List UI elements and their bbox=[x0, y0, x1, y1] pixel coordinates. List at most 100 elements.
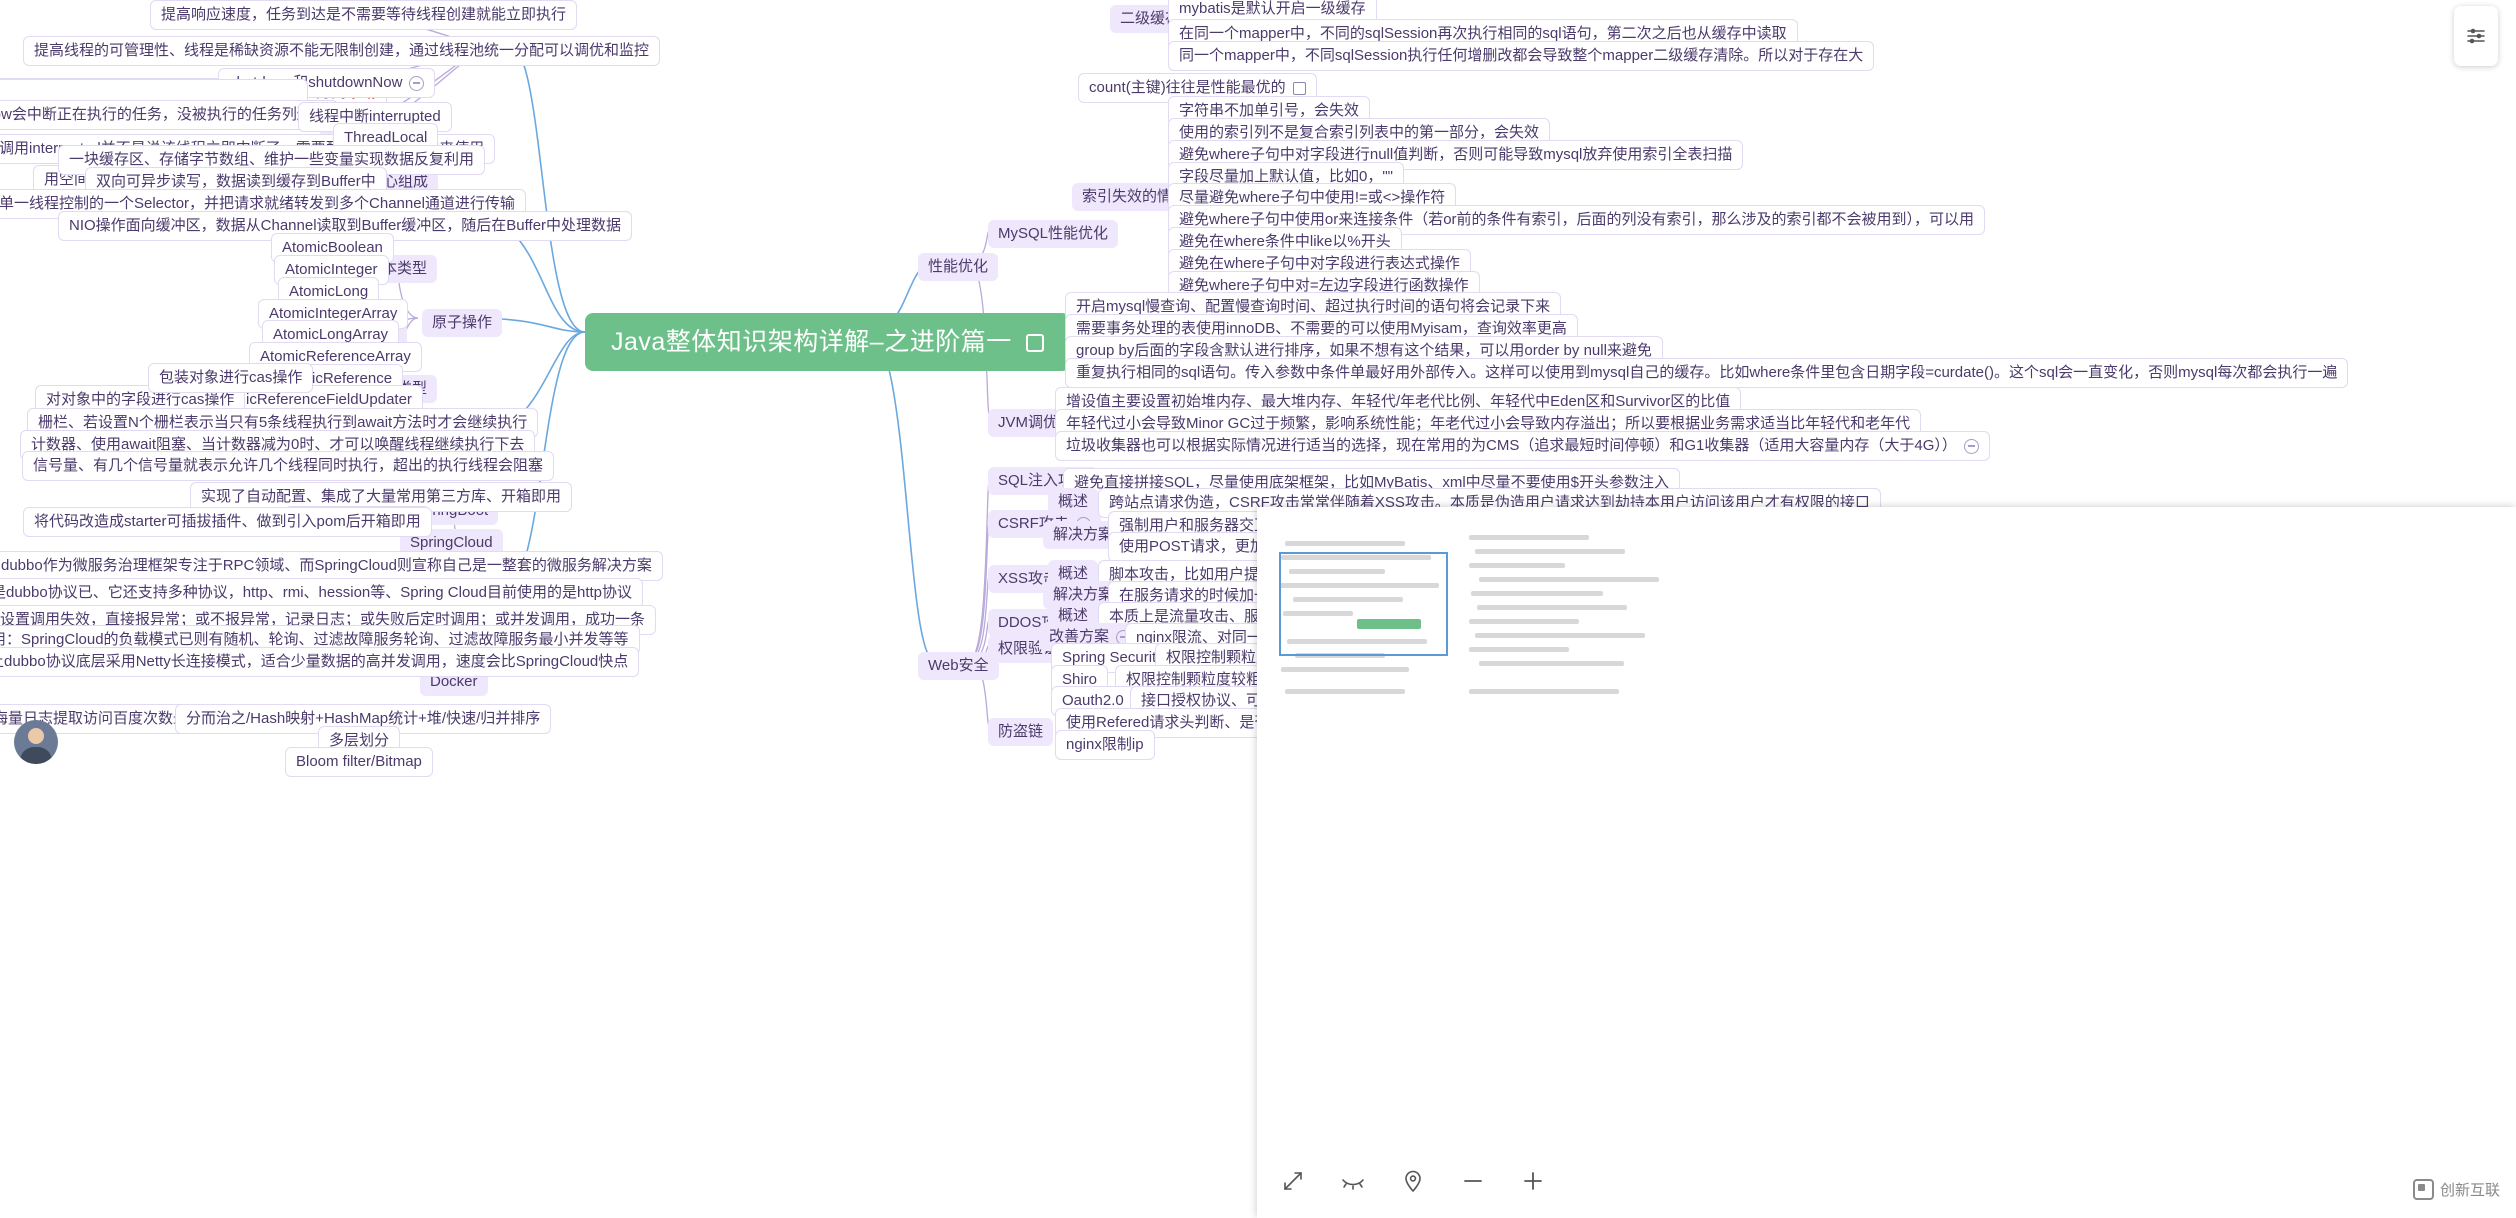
node-text: 字符串不加单引号，会失效 bbox=[1179, 102, 1360, 119]
node-text: 重复执行相同的sql语句。传入参数中条件单最好用外部传入。这样可以使用到mysq… bbox=[1076, 364, 2338, 381]
locate-icon[interactable] bbox=[1397, 1165, 1429, 1197]
node-label: 解决方案 bbox=[1053, 586, 1114, 603]
avatar[interactable] bbox=[14, 720, 58, 764]
node-text: mybatis是默认开启一级缓存 bbox=[1179, 0, 1366, 17]
node-text: Spring Security bbox=[1062, 649, 1164, 666]
hide-icon[interactable] bbox=[1337, 1165, 1369, 1197]
settings-panel-button[interactable] bbox=[2454, 6, 2498, 66]
node-text: group by后面的字段含默认进行排序，如果不想有这个结果，可以用order … bbox=[1076, 342, 1652, 359]
root-node[interactable]: Java整体知识架构详解–之进阶篇一 bbox=[585, 313, 1070, 371]
branch-websec[interactable]: Web安全 bbox=[918, 652, 999, 680]
node-text: AtomicBoolean bbox=[282, 239, 383, 256]
node-text: 避免where子句中对字段进行null值判断，否则可能导致mysql放弃使用索引… bbox=[1179, 146, 1733, 163]
node-text: 使用的索引列不是复合索引列表中的第一部分，会失效 bbox=[1179, 124, 1540, 141]
node-text: Oauth2.0 bbox=[1062, 692, 1124, 709]
node-label: 概述 bbox=[1058, 607, 1089, 624]
node-text: AtomicLongArray bbox=[273, 326, 389, 343]
node-text: 提高线程的可管理性、线程是稀缺资源不能无限制创建，通过线程池统一分配可以调优和监… bbox=[34, 42, 650, 59]
list-item[interactable]: 垃圾收集器也可以根据实际情况进行适当的选择，现在常用的为CMS（追求最短时间停顿… bbox=[1055, 431, 1990, 461]
branch-label: Web安全 bbox=[928, 657, 989, 674]
link-icon[interactable] bbox=[409, 75, 425, 91]
node-text: 一块缓存区、存储字节数组、维护一些变量实现数据反复利用 bbox=[69, 151, 475, 168]
node-text: AtomicLong bbox=[289, 283, 369, 300]
node-text: 双向可异步读写，数据读到缓存到Buffer中 bbox=[96, 173, 376, 190]
node-text: 避免where子句中使用or来连接条件（若or前的条件有索引，后面的列没有索引，… bbox=[1179, 211, 1975, 228]
node-text: 需要事务处理的表使用innoDB、不需要的可以使用Myisam，查询效率更高 bbox=[1076, 320, 1567, 337]
node-label: 解决方案 bbox=[1053, 526, 1114, 543]
node-text: 上dubbo协议底层采用Netty长连接模式，适合少量数据的高并发调用，速度会比… bbox=[0, 653, 629, 670]
list-item[interactable]: 重复执行相同的sql语句。传入参数中条件单最好用外部传入。这样可以使用到mysq… bbox=[1065, 358, 2349, 388]
node-text: count(主键)往往是性能最优的 bbox=[1089, 79, 1286, 96]
link-icon[interactable] bbox=[1963, 438, 1979, 454]
list-item[interactable]: 上dubbo协议底层采用Netty长连接模式，适合少量数据的高并发调用，速度会比… bbox=[0, 647, 640, 677]
branch-label: 性能优化 bbox=[928, 258, 989, 275]
list-item[interactable]: 包装对象进行cas操作 bbox=[148, 363, 314, 393]
node-label: 概述 bbox=[1058, 565, 1089, 582]
node-text: 增设值主要设置初始堆内存、最大堆内存、年轻代/年老代比例、年轻代中Eden区和S… bbox=[1066, 393, 1731, 410]
brand-label: 创新互联 bbox=[2439, 1182, 2500, 1199]
node-mysql-perf[interactable]: MySQL性能优化 bbox=[988, 220, 1119, 248]
node-text: wNow会中断正在执行的任务，没被执行的任务列 bbox=[0, 106, 297, 123]
list-item[interactable]: dubbo作为微服务治理框架专注于RPC领域、而SpringCloud则宣称自己… bbox=[0, 551, 663, 581]
settings-sliders-icon bbox=[2467, 28, 2485, 44]
expand-icon[interactable] bbox=[1277, 1165, 1309, 1197]
avatar-body bbox=[20, 747, 52, 764]
minimap-thumbnail bbox=[1279, 529, 2494, 1144]
minimap-toolbar[interactable] bbox=[1257, 1144, 2516, 1218]
list-item[interactable]: 将代码改造成starter可插拔插件、做到引入pom后开箱即用 bbox=[23, 507, 432, 537]
minimap-viewport[interactable] bbox=[1279, 552, 1448, 656]
node-text: 用：SpringCloud的负载模式已则有随机、轮询、过滤故障服务轮询、过滤故障… bbox=[0, 631, 629, 648]
minus-icon[interactable] bbox=[1457, 1165, 1489, 1197]
node-text: Bloom filter/Bitmap bbox=[296, 753, 422, 770]
node-label: JVM调优 bbox=[998, 414, 1059, 431]
mindmap-canvas[interactable]: Java整体知识架构详解–之进阶篇一 并发编程 优点 注意点 线程知识点 提高响… bbox=[0, 0, 2516, 1218]
node-text: 尽量避免where子句中使用!=或<>操作符 bbox=[1179, 189, 1446, 206]
node-text: 栅栏、若设置N个栅栏表示当只有5条线程执行到await方法时才会继续执行 bbox=[38, 414, 528, 431]
node-text: 实现了自动配置、集成了大量常用第三方库、开箱即用 bbox=[201, 488, 562, 505]
node-text: 分而治之/Hash映射+HashMap统计+堆/快速/归并排序 bbox=[186, 710, 541, 727]
list-item[interactable]: 信号量、有几个信号量就表示允许几个线程同时执行，超出的执行线程会阻塞 bbox=[22, 451, 555, 481]
list-item[interactable]: 提高响应速度，任务到达是不需要等待线程创建就能立即执行 bbox=[150, 0, 578, 30]
node-text: dubbo作为微服务治理框架专注于RPC领域、而SpringCloud则宣称自己… bbox=[1, 557, 652, 574]
list-item[interactable]: nginx限制ip bbox=[1055, 730, 1155, 760]
node-label: MySQL性能优化 bbox=[998, 225, 1109, 242]
avatar-head bbox=[28, 728, 44, 744]
node-text: NIO操作面向缓冲区，数据从Channel读取到Buffer缓冲区，随后在Buf… bbox=[69, 217, 622, 234]
list-item[interactable]: 同一个mapper中，不同sqlSession执行任何增删改都会导致整个mapp… bbox=[1168, 41, 1875, 71]
node-text: 年轻代过小会导致Minor GC过于频繁，影响系统性能；年老代过小会导致内存溢出… bbox=[1066, 415, 1911, 432]
branch-perf[interactable]: 性能优化 bbox=[918, 253, 999, 281]
list-item[interactable]: Bloom filter/Bitmap bbox=[285, 747, 433, 777]
list-item[interactable]: 提高线程的可管理性、线程是稀缺资源不能无限制创建，通过线程池统一分配可以调优和监… bbox=[23, 36, 661, 66]
brand-watermark: 创新互联 bbox=[2412, 1179, 2500, 1200]
node-text: 在同一个mapper中，不同的sqlSession再次执行相同的sql语句，第二… bbox=[1179, 25, 1787, 42]
node-csrf-overview-label[interactable]: 概述 bbox=[1048, 488, 1099, 516]
node-text: 垃圾收集器也可以根据实际情况进行适当的选择，现在常用的为CMS（追求最短时间停顿… bbox=[1066, 437, 1957, 454]
node-text: 对对象中的字段进行cas操作 bbox=[46, 391, 235, 408]
node-text: 同一个mapper中，不同sqlSession执行任何增删改都会导致整个mapp… bbox=[1179, 47, 1864, 64]
plus-icon[interactable] bbox=[1517, 1165, 1549, 1197]
node-text: ThreadLocal bbox=[344, 129, 428, 146]
node-text: 将代码改造成starter可插拔插件、做到引入pom后开箱即用 bbox=[34, 513, 421, 530]
node-text: 包装对象进行cas操作 bbox=[159, 369, 303, 386]
brand-logo-icon bbox=[2412, 1179, 2434, 1200]
note-icon[interactable] bbox=[1292, 81, 1306, 95]
node-text: nginx限制ip bbox=[1066, 736, 1144, 753]
node-text: 是dubbo协议已、它还支持多种协议，http、rmi、hession等、Spr… bbox=[0, 584, 632, 601]
list-item[interactable]: wNow会中断正在执行的任务，没被执行的任务列返回 bbox=[0, 100, 338, 130]
node-text: AtomicInteger bbox=[285, 261, 378, 278]
node-text: 开启mysql慢查询、配置慢查询时间、超过执行时间的语句将会记录下来 bbox=[1076, 298, 1551, 315]
node-text: 单一线程控制的一个Selector，并把请求就绪转发到多个Channel通道进行… bbox=[0, 195, 515, 212]
node-label: 概述 bbox=[1058, 493, 1089, 510]
node-text: 避免在where子句中对字段进行表达式操作 bbox=[1179, 255, 1460, 272]
node-text: 避免在where条件中like以%开头 bbox=[1179, 233, 1391, 250]
branch-atomic[interactable]: 原子操作 bbox=[422, 309, 503, 337]
list-item[interactable]: 是dubbo协议已、它还支持多种协议，http、rmi、hession等、Spr… bbox=[0, 578, 643, 608]
node-text: 信号量、有几个信号量就表示允许几个线程同时执行，超出的执行线程会阻塞 bbox=[33, 457, 544, 474]
node-label: 防盗链 bbox=[998, 723, 1044, 740]
root-collapse-icon[interactable] bbox=[1025, 334, 1044, 353]
node-text: 提高响应速度，任务到达是不需要等待线程创建就能立即执行 bbox=[161, 6, 567, 23]
branch-label: 原子操作 bbox=[432, 314, 493, 331]
root-title: Java整体知识架构详解–之进阶篇一 bbox=[611, 328, 1012, 356]
node-antileech[interactable]: 防盗链 bbox=[988, 718, 1054, 746]
minimap-panel[interactable]: 创新互联 bbox=[1257, 507, 2516, 1218]
